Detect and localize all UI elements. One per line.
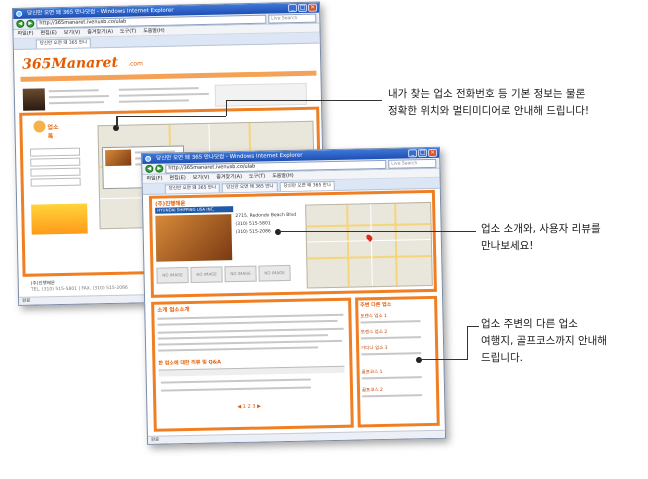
back-tab-1[interactable]: 당신만 오면 돼 365 만나 (35, 38, 92, 49)
section-label: 업소록 (47, 124, 59, 141)
company-photo[interactable] (155, 214, 233, 262)
nearby-item-5[interactable]: 골프코스 2 (362, 387, 383, 393)
nearby-item-4[interactable]: 골프코스 1 (362, 369, 383, 375)
nearby-item-3[interactable]: 가디나 업소 3 (361, 345, 388, 352)
callout-middle-line1: 업소 소개와, 사용자 리뷰를 (481, 223, 601, 235)
callout-line-bottom-a (419, 359, 467, 360)
callout-top-line2: 정확한 위치와 멀티미디어로 안내해 드립니다! (388, 105, 590, 117)
profile-photo (22, 88, 46, 111)
close-button[interactable]: × (307, 3, 318, 12)
back-arrow-icon[interactable]: ◀ (145, 164, 154, 173)
minimize-button[interactable]: _ (287, 4, 298, 13)
forward-arrow-icon[interactable]: ▶ (26, 19, 35, 28)
section-logo: 업소록 (33, 120, 61, 141)
site-header: 365Manaret .com (20, 49, 317, 82)
site-logo[interactable]: 365Manaret (22, 55, 118, 73)
media-thumb-1[interactable]: NO IMAGE (156, 267, 189, 284)
city-select[interactable] (30, 167, 81, 177)
callout-top-text: 내가 찾는 업소 전화번호 등 기본 정보는 물론 정확한 위치와 멀티미디어로… (388, 86, 589, 120)
back-window-title: 당신만 오면 돼 365 만나닷컴 - Windows Internet Exp… (27, 7, 174, 17)
callout-line-bottom-c (467, 326, 479, 327)
nearby-item-2[interactable]: 토렌스 업소 2 (361, 329, 388, 336)
back-business-name: (주)진행해운 (30, 281, 56, 287)
media-thumb-2[interactable]: NO IMAGE (190, 266, 223, 283)
nearby-item-1[interactable]: 토렌스 업소 1 (360, 313, 387, 320)
menu-view[interactable]: 보기(V) (193, 174, 210, 182)
info-phone: (310) 515-5801 (235, 221, 271, 228)
callout-line-bottom-b (467, 326, 468, 360)
menu-tools[interactable]: 도구(T) (249, 172, 265, 180)
callout-bottom-line2: 여행지, 골프코스까지 안내해 (481, 335, 607, 347)
menu-view[interactable]: 보기(V) (64, 29, 81, 37)
menu-file[interactable]: 파일(F) (146, 175, 162, 183)
menu-file[interactable]: 파일(F) (17, 30, 33, 38)
callout-middle-line2: 만나보세요! (481, 240, 534, 252)
menu-help[interactable]: 도움말(H) (143, 27, 165, 35)
back-arrow-icon[interactable]: ◀ (16, 19, 25, 28)
front-search-input[interactable]: Live Search (388, 158, 437, 169)
callout-bottom-line3: 드립니다. (481, 352, 523, 364)
callout-dot-middle (275, 229, 281, 235)
callout-line-top-a (116, 116, 226, 117)
front-tab-3[interactable]: 당신만 오면 돼 365 만나 (279, 180, 336, 192)
media-thumb-3[interactable]: NO IMAGE (224, 265, 257, 283)
banner-area (214, 82, 308, 107)
promo-banner[interactable] (31, 203, 88, 235)
search-form (29, 147, 81, 199)
menu-edit[interactable]: 편집(E) (40, 29, 56, 37)
front-tab-2[interactable]: 당신만 오면 돼 365 만나 (222, 182, 278, 193)
callout-middle-text: 업소 소개와, 사용자 리뷰를 만나보세요! (481, 221, 601, 255)
region-select[interactable] (30, 157, 81, 167)
ie-icon (16, 10, 23, 17)
callout-line-middle (278, 231, 476, 232)
media-thumb-4[interactable]: NO IMAGE (258, 264, 291, 282)
menu-edit[interactable]: 편집(E) (169, 174, 185, 182)
menu-help[interactable]: 도움말(H) (272, 172, 294, 180)
front-map[interactable] (305, 201, 433, 289)
callout-bottom-line1: 업소 주변의 다른 업소 (481, 318, 578, 330)
site-logo-sub: .com (128, 60, 144, 68)
callout-line-top-b (226, 100, 227, 116)
menu-favorites[interactable]: 즐겨찾기(A) (87, 28, 113, 37)
callout-line-top-c (226, 100, 382, 101)
front-status-bar: 완료 (147, 429, 446, 444)
maximize-button[interactable]: □ (297, 3, 308, 13)
menu-tools[interactable]: 도구(T) (120, 27, 136, 35)
close-button[interactable]: × (427, 148, 438, 157)
review-pager[interactable]: ◀ 1 2 3 ▶ (237, 404, 261, 410)
callout-bottom-text: 업소 주변의 다른 업소 여행지, 골프코스까지 안내해 드립니다. (481, 316, 607, 367)
popup-photo (104, 149, 132, 167)
ie-icon (145, 155, 152, 162)
callout-top-line1: 내가 찾는 업소 전화번호 등 기본 정보는 물론 (388, 88, 586, 100)
nearby-label: 주변 다른 업소 (360, 301, 392, 309)
forward-arrow-icon[interactable]: ▶ (155, 164, 164, 173)
keyword-input[interactable] (30, 177, 81, 187)
back-footer-address: TEL. (310) 515-5801 | FAX. (310) 515-208… (30, 285, 128, 293)
minimize-button[interactable]: _ (407, 149, 418, 158)
back-search-input[interactable]: Live Search (268, 13, 317, 24)
maximize-button[interactable]: □ (417, 149, 428, 158)
front-browser-window: 당신만 오면 돼 365 만나닷컴 - Windows Internet Exp… (141, 146, 447, 445)
callout-dot-bottom (416, 357, 422, 363)
menu-favorites[interactable]: 즐겨찾기(A) (216, 173, 242, 182)
site-nav-bar (20, 70, 317, 82)
review-label: 한 업소에 대한 리뷰 및 Q&A (158, 359, 222, 367)
front-window-title: 당신만 오면 돼 365 만나닷컴 - Windows Internet Exp… (156, 152, 303, 162)
intro-label: 소개 업소소개 (157, 307, 190, 314)
category-select[interactable] (29, 147, 81, 157)
callout-line-top-v (116, 116, 118, 128)
front-tab-1[interactable]: 당신만 오면 돼 365 만나 (164, 183, 221, 194)
info-fax: (310) 515-2086 (235, 229, 271, 236)
